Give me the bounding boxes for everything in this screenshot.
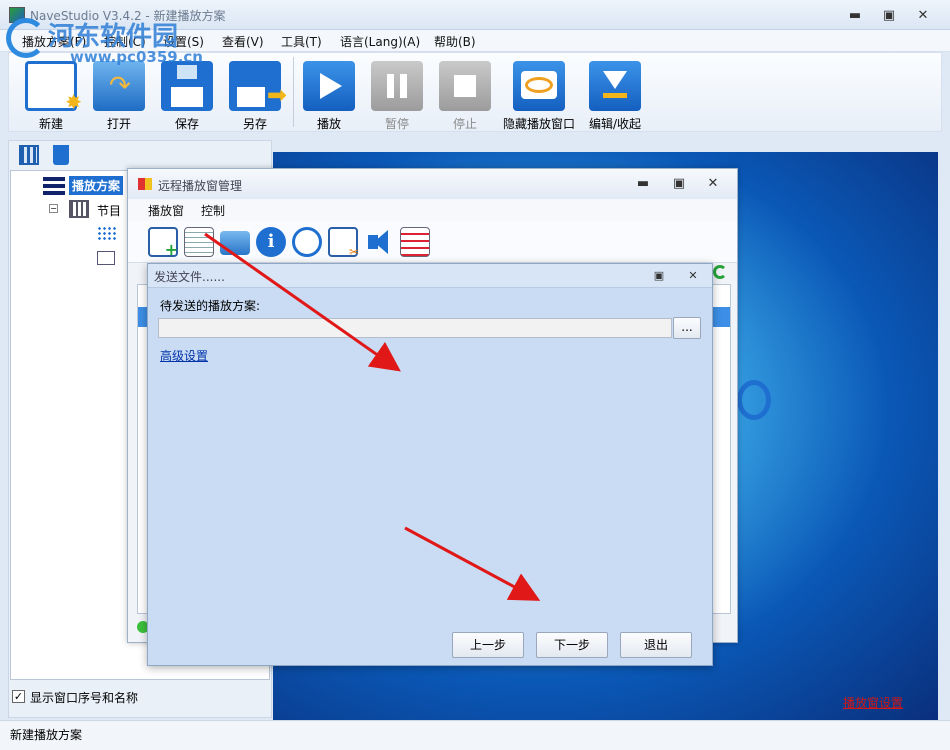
annotation-arrows <box>204 232 541 601</box>
annotation-arrow <box>404 526 541 601</box>
annotation-arrow <box>204 232 401 372</box>
